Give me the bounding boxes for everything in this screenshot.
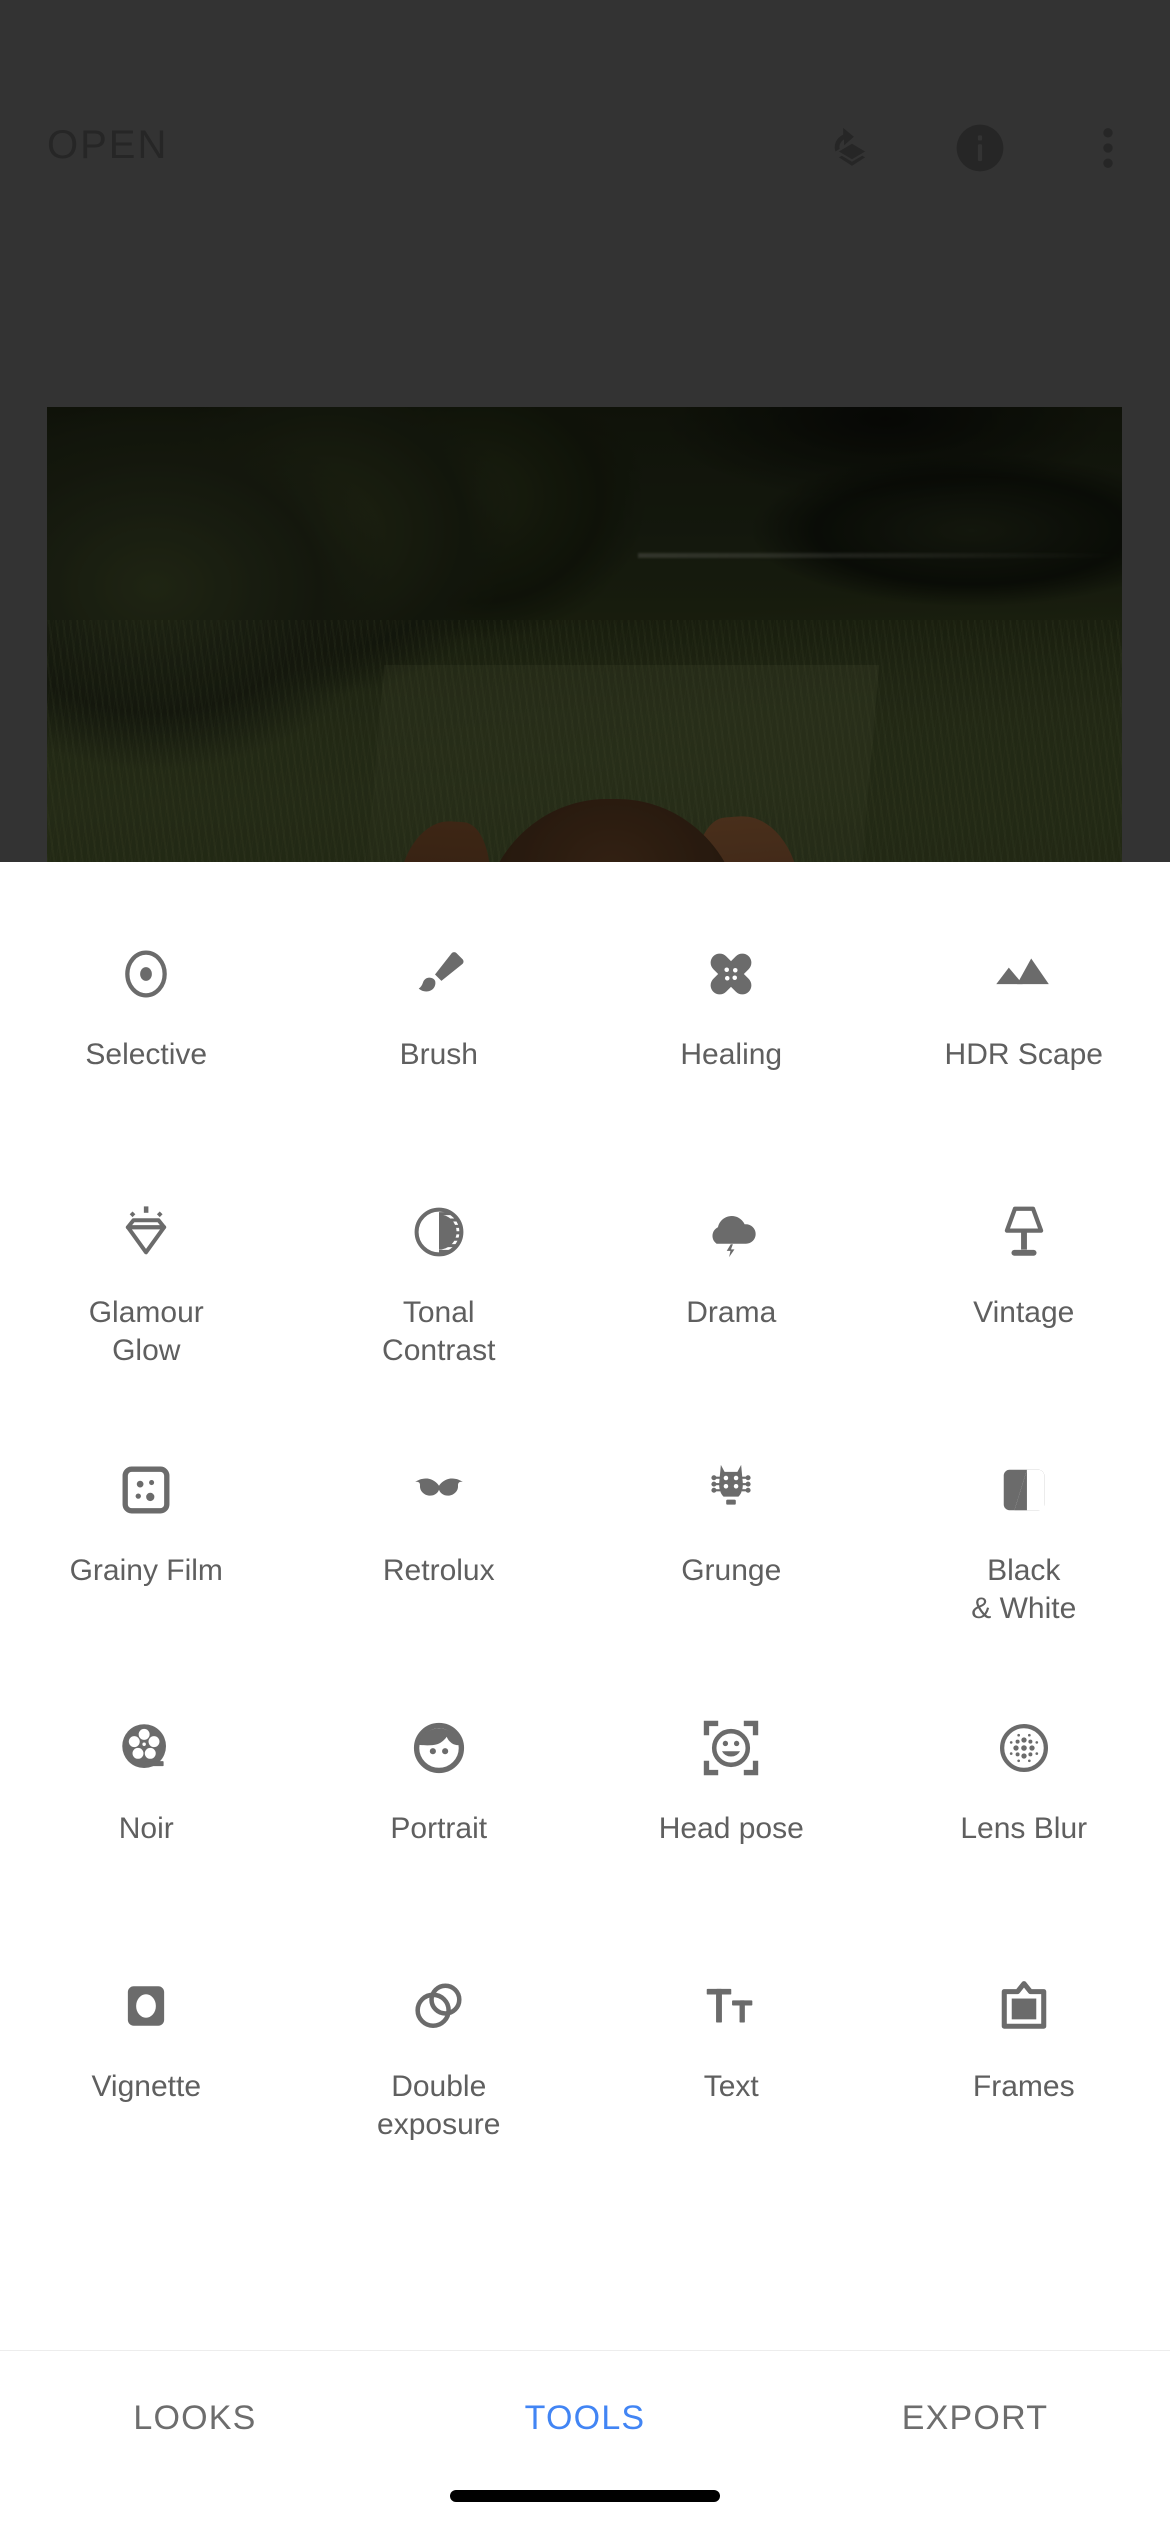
tool-portrait[interactable]: Portrait <box>299 1696 579 1954</box>
retrolux-icon <box>399 1450 479 1530</box>
open-button[interactable]: OPEN <box>47 123 168 168</box>
top-bar-actions <box>822 118 1138 178</box>
head-pose-icon <box>691 1708 771 1788</box>
vintage-icon <box>984 1192 1064 1272</box>
black-and-white-icon <box>984 1450 1064 1530</box>
tool-label: Black & White <box>971 1554 1077 1625</box>
tool-drama[interactable]: Drama <box>591 1180 871 1438</box>
tab-export[interactable]: EXPORT <box>780 2351 1170 2438</box>
drama-icon <box>691 1192 771 1272</box>
tool-label: Double exposure <box>377 2070 501 2141</box>
tool-label: Brush <box>399 1038 478 1071</box>
photo-image <box>47 407 1122 862</box>
editor-backdrop: OPEN <box>0 0 1170 862</box>
hdr-scape-icon <box>984 934 1064 1014</box>
grunge-icon <box>691 1450 771 1530</box>
tool-label: Portrait <box>390 1812 488 1845</box>
tool-label: Selective <box>85 1038 208 1071</box>
tool-healing[interactable]: Healing <box>591 922 871 1180</box>
tab-tools[interactable]: TOOLS <box>390 2351 780 2438</box>
home-indicator[interactable] <box>450 2490 720 2502</box>
portrait-icon <box>399 1708 479 1788</box>
brush-icon <box>399 934 479 1014</box>
vignette-icon <box>106 1966 186 2046</box>
noir-icon <box>106 1708 186 1788</box>
tool-glamour-glow[interactable]: Glamour Glow <box>6 1180 286 1438</box>
tool-noir[interactable]: Noir <box>6 1696 286 1954</box>
grainy-film-icon <box>106 1450 186 1530</box>
double-exposure-icon <box>399 1966 479 2046</box>
info-icon[interactable] <box>950 118 1010 178</box>
tool-label: Head pose <box>658 1812 804 1845</box>
tool-label: Vintage <box>973 1296 1075 1329</box>
tool-label: Text <box>703 2070 759 2103</box>
tool-label: Healing <box>680 1038 783 1071</box>
tool-label: Vignette <box>91 2070 202 2103</box>
photo-preview[interactable] <box>47 407 1122 862</box>
text-icon <box>691 1966 771 2046</box>
tool-hdr-scape[interactable]: HDR Scape <box>884 922 1164 1180</box>
tool-vignette[interactable]: Vignette <box>6 1954 286 2212</box>
tool-label: Lens Blur <box>960 1812 1088 1845</box>
tool-lens-blur[interactable]: Lens Blur <box>884 1696 1164 1954</box>
tool-black-and-white[interactable]: Black & White <box>884 1438 1164 1696</box>
tool-label: Noir <box>118 1812 174 1845</box>
tonal-contrast-icon <box>399 1192 479 1272</box>
tools-panel: Selective Brush Healing HDR Scape Glamou… <box>0 862 1170 2532</box>
tool-label: Grainy Film <box>69 1554 223 1587</box>
healing-icon <box>691 934 771 1014</box>
tool-label: Frames <box>972 2070 1075 2103</box>
top-bar: OPEN <box>0 0 1170 250</box>
tool-selective[interactable]: Selective <box>6 922 286 1180</box>
tool-frames[interactable]: Frames <box>884 1954 1164 2212</box>
tool-vintage[interactable]: Vintage <box>884 1180 1164 1438</box>
overflow-menu-icon[interactable] <box>1078 118 1138 178</box>
undo-stack-icon[interactable] <box>822 118 882 178</box>
tool-label: Tonal Contrast <box>382 1296 496 1367</box>
tool-tonal-contrast[interactable]: Tonal Contrast <box>299 1180 579 1438</box>
tool-label: Retrolux <box>382 1554 495 1587</box>
tool-head-pose[interactable]: Head pose <box>591 1696 871 1954</box>
snapseed-tools-screen: OPEN Selective Brush Healing HDR Scape G… <box>0 0 1170 2532</box>
tools-grid: Selective Brush Healing HDR Scape Glamou… <box>0 862 1170 2212</box>
tool-brush[interactable]: Brush <box>299 922 579 1180</box>
tool-grainy-film[interactable]: Grainy Film <box>6 1438 286 1696</box>
tool-label: Grunge <box>681 1554 782 1587</box>
lens-blur-icon <box>984 1708 1064 1788</box>
bottom-tab-bar: LOOKS TOOLS EXPORT <box>0 2350 1170 2532</box>
tool-grunge[interactable]: Grunge <box>591 1438 871 1696</box>
tool-label: Drama <box>686 1296 777 1329</box>
selective-icon <box>106 934 186 1014</box>
frames-icon <box>984 1966 1064 2046</box>
tool-text[interactable]: Text <box>591 1954 871 2212</box>
photo-horizon <box>638 552 1122 558</box>
tool-label: Glamour Glow <box>88 1296 204 1367</box>
tool-retrolux[interactable]: Retrolux <box>299 1438 579 1696</box>
tab-looks[interactable]: LOOKS <box>0 2351 390 2438</box>
glamour-glow-icon <box>106 1192 186 1272</box>
tool-label: HDR Scape <box>944 1038 1103 1071</box>
tool-double-exposure[interactable]: Double exposure <box>299 1954 579 2212</box>
